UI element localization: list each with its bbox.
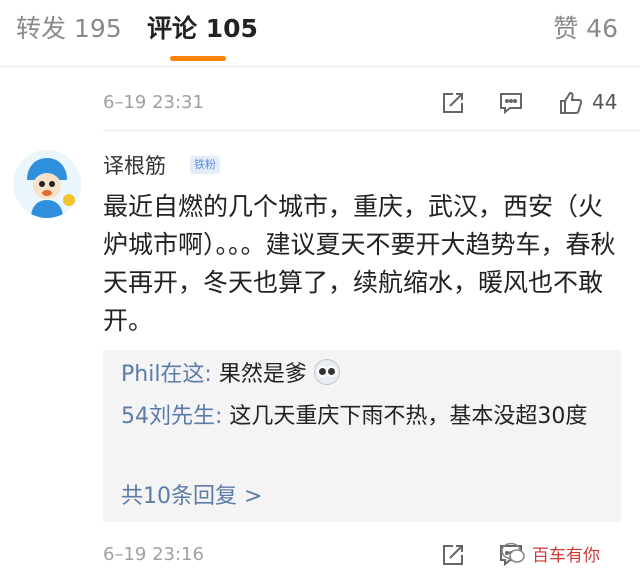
comment-meta-row: 6–19 23:31 44 xyxy=(0,84,640,124)
comment-timestamp: 6–19 23:31 xyxy=(103,92,204,113)
reply-item: Phil在这: 果然是爹 xyxy=(121,358,601,392)
comment-body: 最近自燃的几个城市，重庆，武汉，西安（火炉城市啊）。。。建议夏天不要开大趋势车，… xyxy=(103,192,616,335)
thumbs-up-icon[interactable] xyxy=(556,88,586,118)
share-icon[interactable] xyxy=(438,88,468,118)
reply-author[interactable]: Phil在这: xyxy=(121,362,212,387)
tab-repost[interactable]: 转发 195 xyxy=(16,12,122,46)
watermark: 百车有你 xyxy=(500,536,600,570)
share-icon[interactable] xyxy=(438,540,468,570)
wechat-icon xyxy=(501,542,525,563)
watermark-text: 百车有你 xyxy=(532,540,600,566)
reply-text: 果然是爹 xyxy=(211,362,307,387)
reply-text: 这几天重庆下雨不热，基本没超30度 xyxy=(222,404,588,429)
replies-box[interactable]: Phil在这: 果然是爹 54刘先生: 这几天重庆下雨不热，基本没超30度 共1… xyxy=(103,350,621,522)
avatar[interactable] xyxy=(13,150,81,218)
active-tab-indicator xyxy=(170,56,226,61)
reply-item: 54刘先生: 这几天重庆下雨不热，基本没超30度 xyxy=(121,400,601,434)
comment-icon[interactable] xyxy=(496,88,526,118)
tab-bar: 转发 195 评论 105 赞 46 xyxy=(0,0,640,67)
like-count: 44 xyxy=(592,90,618,114)
reply-author[interactable]: 54刘先生: xyxy=(121,404,222,429)
fan-badge: 铁粉 xyxy=(190,156,220,174)
comment-timestamp: 6–19 23:16 xyxy=(103,544,204,565)
tab-comment[interactable]: 评论 105 xyxy=(147,12,258,46)
divider xyxy=(103,130,640,131)
comment-username[interactable]: 译根筋 xyxy=(103,150,166,180)
emoji-face-icon xyxy=(313,359,340,385)
tab-like[interactable]: 赞 46 xyxy=(553,12,618,46)
view-all-replies-link[interactable]: 共10条回复 > xyxy=(121,478,262,510)
